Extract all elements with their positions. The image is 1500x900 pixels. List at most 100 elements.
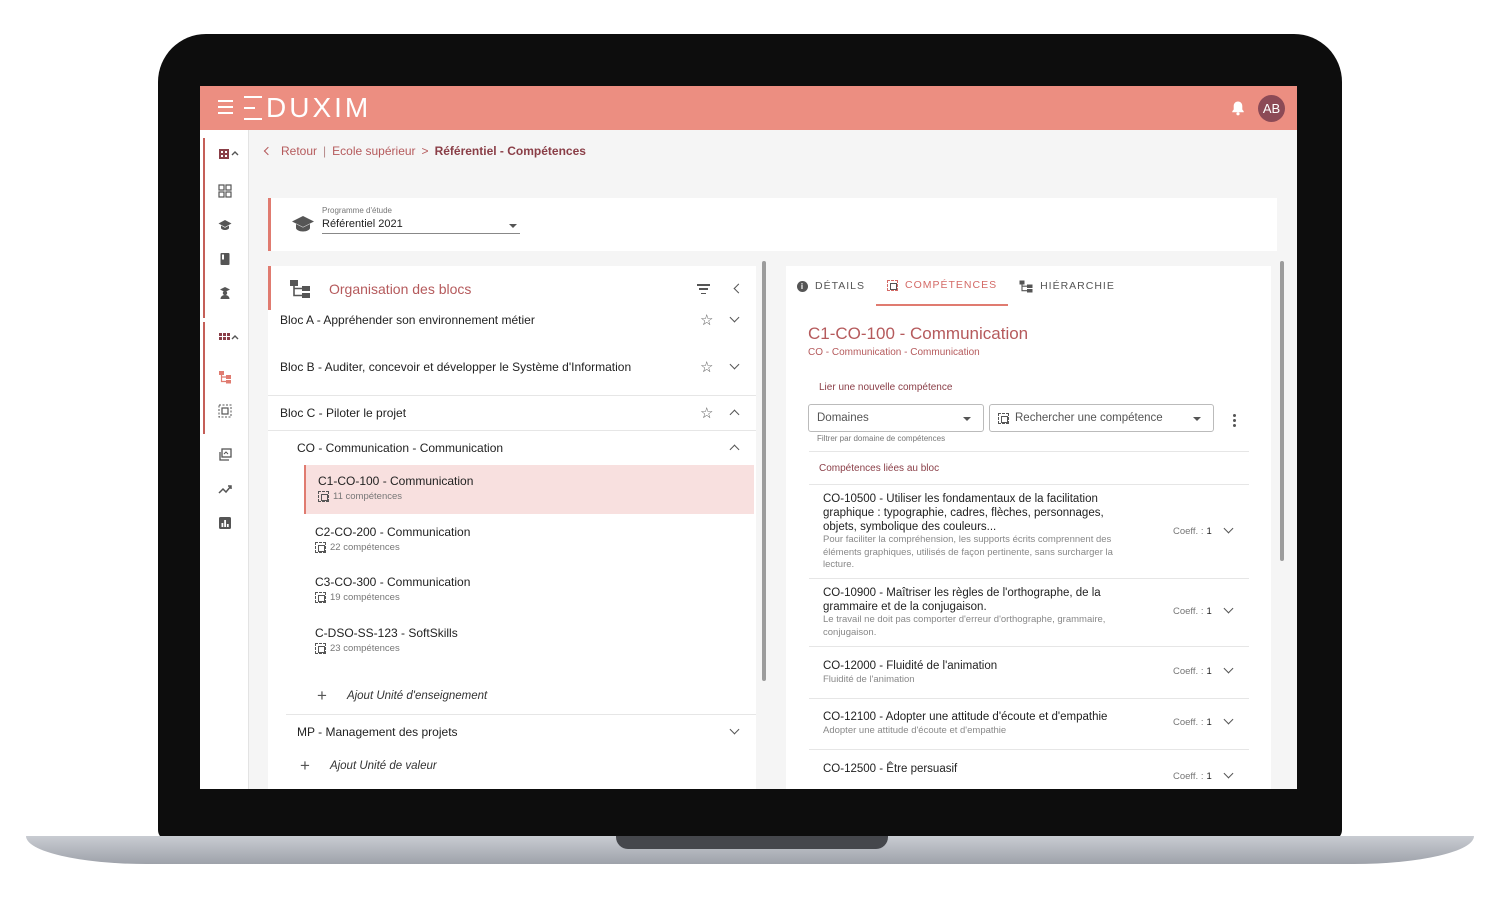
program-selector-card: Programme d'étude Référentiel 2021: [268, 198, 1277, 251]
star-icon[interactable]: ☆: [700, 404, 713, 422]
rail-group-indicator: [203, 322, 205, 434]
link-new-competence[interactable]: Lier une nouvelle compétence: [819, 382, 952, 393]
bloc-title: Bloc C - Piloter le projet: [280, 406, 407, 420]
chevron-down-icon[interactable]: [1223, 768, 1234, 779]
scrollbar-right[interactable]: [1280, 261, 1284, 561]
unit-item[interactable]: C2-CO-200 - Communication 22 compétences: [304, 518, 754, 564]
coefficient: Coeff. :1: [1173, 606, 1212, 617]
tab-details[interactable]: i DÉTAILS: [786, 266, 876, 306]
more-options-icon[interactable]: [1233, 414, 1236, 427]
competence-item[interactable]: CO-12100 - Adopter une attitude d'écoute…: [809, 698, 1249, 749]
unit-title: C2-CO-200 - Communication: [315, 525, 471, 539]
star-icon[interactable]: ☆: [700, 311, 713, 329]
chevron-up-icon[interactable]: [729, 409, 740, 420]
unit-subtitle: CO - Communication - Communication: [808, 347, 980, 358]
competence-title: CO-10900 - Maîtriser les règles de l'ort…: [823, 587, 1101, 613]
logo-text: DUXIM: [266, 92, 372, 123]
bloc-row-expanded[interactable]: Bloc C - Piloter le projet ☆: [268, 404, 756, 436]
unit-item[interactable]: C3-CO-300 - Communication 19 compétences: [304, 568, 754, 614]
detail-tabs: i DÉTAILS COMPÉTENCES HIÉRARCHIE: [786, 266, 1271, 306]
app-screen: DUXIM AB Retour | Ecole supérieur > Réfé…: [200, 86, 1297, 789]
app-logo[interactable]: DUXIM: [244, 92, 371, 124]
breadcrumb-current: Référentiel - Compétences: [434, 144, 586, 158]
chevron-down-icon[interactable]: [1223, 714, 1234, 725]
unit-title: C1-CO-100 - Communication: [808, 324, 1029, 343]
divider: [268, 430, 756, 431]
user-avatar[interactable]: AB: [1258, 95, 1285, 122]
unit-count: 19 compétences: [315, 592, 754, 603]
add-unit-button[interactable]: + Ajout Unité d'enseignement: [317, 686, 487, 706]
scrollbar-left[interactable]: [762, 261, 766, 681]
star-icon[interactable]: ☆: [700, 358, 713, 376]
dashboard-icon[interactable]: [218, 184, 232, 198]
unit-count: 11 compétences: [318, 491, 754, 502]
competence-item[interactable]: CO-10900 - Maîtriser les règles de l'ort…: [809, 578, 1249, 645]
add-value-unit-button[interactable]: + Ajout Unité de valeur: [300, 756, 437, 776]
breadcrumb-school-link[interactable]: Ecole supérieur: [332, 144, 415, 158]
hierarchy-icon[interactable]: [218, 370, 232, 384]
competence-item[interactable]: CO-12500 - Être persuasif Coeff. :1: [809, 749, 1249, 789]
unit-item[interactable]: C-DSO-SS-123 - SoftSkills 23 compétences: [304, 619, 754, 665]
coefficient: Coeff. :1: [1173, 771, 1212, 782]
domains-select[interactable]: Domaines: [808, 404, 984, 432]
competence-description: Le travail ne doit pas comporter d'erreu…: [823, 614, 1106, 638]
graduation-cap-icon: [292, 216, 314, 232]
program-select[interactable]: Référentiel 2021: [322, 218, 520, 234]
logo-mark: [244, 96, 262, 120]
graduation-cap-icon[interactable]: [218, 218, 232, 232]
bloc-row[interactable]: Bloc B - Auditer, concevoir et développe…: [268, 358, 756, 400]
tab-competences[interactable]: COMPÉTENCES: [875, 266, 1009, 306]
dropdown-caret-icon: [963, 417, 971, 421]
panel-title: Organisation des blocs: [329, 281, 472, 297]
menu-icon[interactable]: [218, 100, 233, 114]
dropdown-caret-icon[interactable]: [509, 224, 517, 228]
tab-hierarchy[interactable]: HIÉRARCHIE: [1008, 266, 1126, 306]
unit-count: 23 compétences: [315, 643, 754, 654]
competence-description: Fluidité de l'animation: [823, 674, 915, 685]
chevron-down-icon[interactable]: [729, 724, 740, 735]
teacher-icon[interactable]: [218, 286, 232, 300]
bloc-title: Bloc A - Appréhender son environnement m…: [280, 313, 535, 327]
competence-icon[interactable]: [218, 404, 232, 418]
competence-search-select[interactable]: Rechercher une compétence: [989, 404, 1214, 432]
competence-item[interactable]: CO-10500 - Utiliser les fondamentaux de …: [809, 484, 1249, 578]
bar-chart-icon[interactable]: [218, 516, 232, 530]
bloc-title: Bloc B - Auditer, concevoir et développe…: [280, 360, 632, 374]
unit-count: 22 compétences: [315, 542, 754, 553]
competence-title: CO-12000 - Fluidité de l'animation: [823, 660, 998, 672]
competence-icon: [315, 542, 326, 553]
library-icon[interactable]: [218, 448, 232, 462]
book-icon[interactable]: [218, 252, 232, 266]
competence-item[interactable]: CO-12000 - Fluidité de l'animation Fluid…: [809, 646, 1249, 698]
chevron-up-icon[interactable]: [729, 444, 740, 455]
breadcrumb-separator: |: [323, 144, 327, 158]
filter-icon[interactable]: [697, 284, 710, 294]
chevron-down-icon[interactable]: [729, 359, 740, 370]
competence-icon: [315, 643, 326, 654]
trending-icon[interactable]: [218, 482, 232, 496]
breadcrumb: Retour | Ecole supérieur > Référentiel -…: [263, 144, 586, 158]
top-app-bar: DUXIM AB: [200, 86, 1297, 130]
competence-title: CO-10500 - Utiliser les fondamentaux de …: [823, 493, 1104, 533]
group-row[interactable]: MP - Management des projets: [268, 724, 756, 755]
chevron-down-icon[interactable]: [1223, 603, 1234, 614]
chevron-down-icon[interactable]: [729, 312, 740, 323]
bloc-row[interactable]: Bloc A - Appréhender son environnement m…: [268, 311, 756, 353]
rail-group-indicator: [203, 138, 205, 318]
building-icon[interactable]: [218, 146, 240, 160]
breadcrumb-arrow: >: [421, 144, 429, 158]
grid-blocks-icon[interactable]: [218, 330, 240, 344]
notification-bell-icon[interactable]: [1230, 100, 1246, 116]
chevron-down-icon[interactable]: [1223, 523, 1234, 534]
coefficient: Coeff. :1: [1173, 666, 1212, 677]
breadcrumb-back-link[interactable]: Retour: [281, 144, 317, 158]
competence-title: CO-12500 - Être persuasif: [823, 763, 958, 775]
collapse-panel-icon[interactable]: [733, 283, 744, 294]
competence-description: Pour faciliter la compréhension, les sup…: [823, 534, 1113, 570]
unit-item-selected[interactable]: C1-CO-100 - Communication 11 compétences: [304, 465, 754, 514]
chevron-down-icon[interactable]: [1223, 663, 1234, 674]
unit-title: C1-CO-100 - Communication: [318, 474, 474, 488]
competence-title: CO-12100 - Adopter une attitude d'écoute…: [823, 711, 1108, 723]
panel-header: Organisation des blocs: [268, 266, 756, 310]
back-chevron-icon[interactable]: [263, 146, 273, 156]
